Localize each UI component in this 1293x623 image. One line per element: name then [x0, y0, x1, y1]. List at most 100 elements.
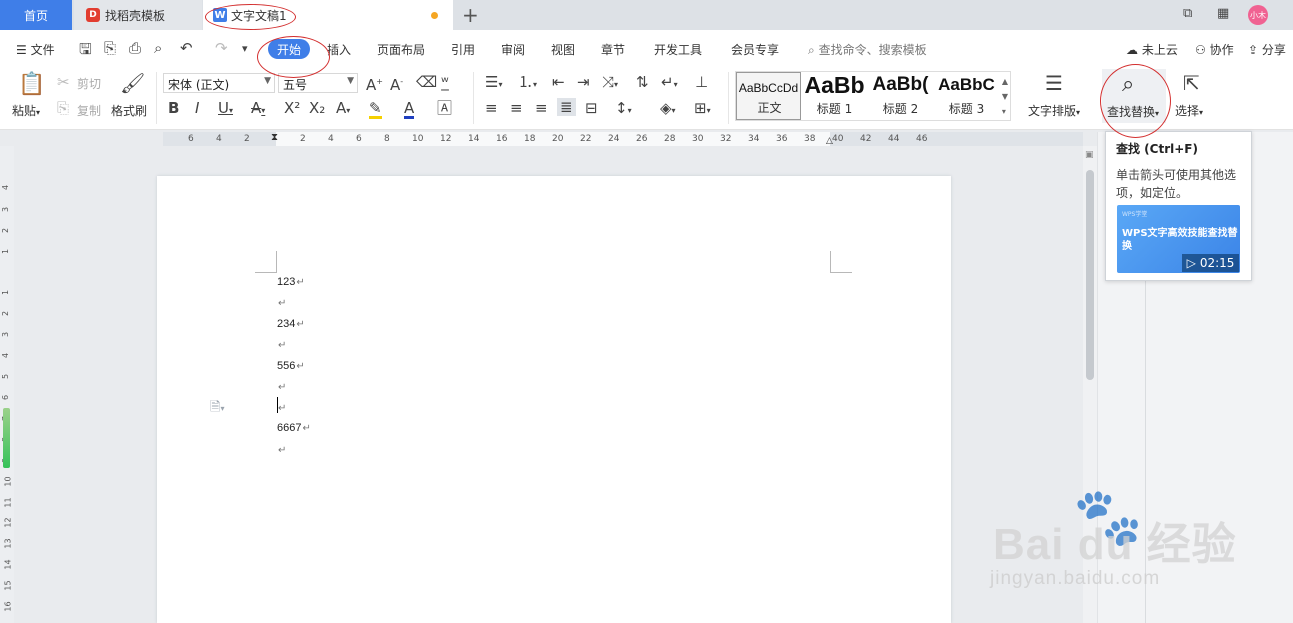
bold-icon[interactable]: B: [168, 100, 179, 116]
shading-icon[interactable]: ◈▾: [660, 100, 676, 119]
paragraph-menu-icon[interactable]: 🗎▾: [210, 398, 224, 420]
document-paragraph[interactable]: ↵: [277, 444, 286, 456]
increase-indent-icon[interactable]: ⇥: [577, 74, 590, 90]
style-normal[interactable]: AaBbCcDd 正文: [736, 72, 801, 120]
format-painter-icon[interactable]: 🖌: [120, 72, 145, 94]
ruler-tick-label: 2: [244, 134, 250, 144]
ruler-tick-label: 38: [804, 134, 816, 144]
user-avatar[interactable]: 小木: [1248, 5, 1268, 25]
superscript-icon[interactable]: X²: [284, 100, 300, 116]
sort-icon[interactable]: ⇅: [636, 74, 649, 90]
tab-home[interactable]: 首页: [0, 0, 72, 30]
ruler-tick-label: 14: [3, 559, 13, 570]
window-layout-icon[interactable]: ⧉: [1183, 6, 1192, 21]
tab-bar: 首页 D 找稻壳模板 W 文字文稿1 + ⧉ ▦ 小木: [0, 0, 1293, 30]
line-spacing-icon[interactable]: ↕▾: [615, 100, 632, 119]
right-indent-marker-icon[interactable]: △: [826, 136, 833, 146]
customize-toolbar-icon[interactable]: ▾: [242, 42, 248, 55]
document-paragraph[interactable]: ↵: [277, 297, 286, 309]
tab-chapter[interactable]: 章节: [601, 41, 625, 58]
document-paragraph[interactable]: 234↵: [277, 318, 305, 330]
document-paragraph[interactable]: 556↵: [277, 360, 305, 372]
subscript-icon[interactable]: X₂: [309, 100, 325, 116]
watermark-logo: Bai du 经验: [993, 520, 1237, 569]
paragraph-mark-icon: ↵: [302, 423, 311, 434]
scrollbar-thumb[interactable]: [1086, 170, 1094, 380]
bullet-list-icon[interactable]: ☰▾: [485, 74, 502, 93]
text-effect-icon[interactable]: A▾: [336, 100, 350, 119]
collab-button[interactable]: ⚇ 协作: [1195, 41, 1234, 58]
tab-stops-icon[interactable]: ⊥: [695, 74, 708, 90]
document-paragraph[interactable]: ↵: [277, 381, 286, 393]
export-pdf-icon[interactable]: ⎘: [104, 39, 116, 57]
copy-icon[interactable]: ⎘: [57, 100, 69, 116]
style-heading-3[interactable]: AaBbC 标题 3: [934, 72, 999, 120]
italic-icon[interactable]: I: [195, 100, 199, 116]
styles-scroll-icon[interactable]: ▲ ▼ ▾: [1002, 74, 1008, 119]
tab-member[interactable]: 会员专享: [731, 41, 779, 58]
style-heading-1[interactable]: AaBb 标题 1: [802, 72, 867, 120]
undo-icon[interactable]: ↶: [180, 39, 193, 57]
select-button[interactable]: 选择▾: [1175, 102, 1203, 119]
paste-button[interactable]: 粘贴▾: [12, 102, 40, 119]
share-label: 分享: [1261, 43, 1286, 57]
redo-icon[interactable]: ↷: [215, 39, 228, 57]
phonetic-guide-icon[interactable]: ʷ̲: [441, 74, 449, 90]
new-tab-plus-icon[interactable]: +: [462, 3, 479, 27]
indent-marker-icon[interactable]: ⧗: [271, 132, 278, 143]
apps-grid-icon[interactable]: ▦: [1217, 6, 1229, 21]
align-right-icon[interactable]: ≡: [535, 100, 548, 116]
shrink-font-icon[interactable]: A-: [390, 74, 403, 93]
chinese-layout-icon[interactable]: ⤨▾: [602, 74, 618, 93]
show-marks-icon[interactable]: ↵▾: [661, 74, 678, 93]
font-color-icon[interactable]: A: [404, 100, 415, 119]
print-icon[interactable]: ⎙: [129, 39, 141, 57]
decrease-indent-icon[interactable]: ⇤: [552, 74, 565, 90]
distributed-align-icon[interactable]: ⊟: [585, 100, 598, 116]
highlight-icon[interactable]: ✎: [369, 100, 382, 119]
tab-review[interactable]: 审阅: [501, 41, 525, 58]
document-paragraph[interactable]: 123↵: [277, 276, 305, 288]
tutorial-video-thumbnail[interactable]: WPS学堂 WPS文字高效技能查找替换 ▷ 02:15: [1117, 205, 1240, 273]
share-button[interactable]: ⇪ 分享: [1248, 41, 1286, 58]
cursor-arrow-icon[interactable]: ⇱: [1183, 72, 1200, 94]
document-paragraph[interactable]: ↵: [277, 339, 286, 351]
scrollbar-settings-icon[interactable]: ▣: [1085, 150, 1094, 160]
save-icon[interactable]: 🖫: [79, 39, 92, 64]
text-layout-button[interactable]: 文字排版▾: [1028, 102, 1080, 119]
document-paragraph[interactable]: ↵: [277, 402, 286, 414]
align-left-icon[interactable]: ≡: [485, 100, 498, 116]
grow-font-icon[interactable]: A+: [366, 74, 383, 93]
print-preview-icon[interactable]: ⌕: [154, 39, 162, 57]
align-center-icon[interactable]: ≡: [510, 100, 523, 116]
vertical-ruler[interactable]: [0, 146, 14, 623]
tab-page-layout[interactable]: 页面布局: [377, 41, 425, 58]
tab-developer[interactable]: 开发工具: [654, 41, 702, 58]
strikethrough-icon[interactable]: A▾: [251, 100, 265, 119]
justify-icon[interactable]: ≣: [557, 98, 576, 116]
borders-icon[interactable]: ⊞▾: [694, 100, 711, 119]
tab-docer-templates[interactable]: D 找稻壳模板: [74, 0, 202, 30]
numbered-list-icon[interactable]: ⒈▾: [518, 74, 537, 93]
tooltip-description: 单击箭头可使用其他选项，如定位。: [1116, 168, 1237, 200]
tab-view[interactable]: 视图: [551, 41, 575, 58]
ruler-tick-label: 36: [776, 134, 788, 144]
paste-icon[interactable]: 📋: [18, 73, 45, 97]
cut-label[interactable]: 剪切: [77, 75, 101, 92]
text-layout-icon[interactable]: ☰: [1045, 72, 1063, 94]
clear-format-icon[interactable]: ⌫: [416, 74, 437, 90]
tab-insert[interactable]: 插入: [327, 41, 351, 58]
font-name-select[interactable]: 宋体 (正文) ▼: [163, 73, 275, 93]
tab-reference[interactable]: 引用: [451, 41, 475, 58]
copy-label[interactable]: 复制: [77, 102, 101, 119]
style-heading-2[interactable]: AaBb( 标题 2: [868, 72, 933, 120]
command-search[interactable]: ⌕ 查找命令、搜索模板: [808, 41, 927, 58]
document-page[interactable]: 123↵ ↵ 234↵ ↵ 556↵ ↵ ↵ 6667↵ ↵: [157, 176, 951, 623]
cloud-status-button[interactable]: ☁ 未上云: [1126, 41, 1178, 58]
document-paragraph[interactable]: 6667↵: [277, 422, 311, 434]
character-border-icon[interactable]: 🄰: [437, 100, 452, 116]
underline-icon[interactable]: U▾: [218, 100, 233, 119]
cut-icon[interactable]: ✂: [57, 74, 70, 90]
format-painter-label[interactable]: 格式刷: [111, 102, 147, 119]
file-menu[interactable]: ☰ 文件: [16, 41, 55, 58]
